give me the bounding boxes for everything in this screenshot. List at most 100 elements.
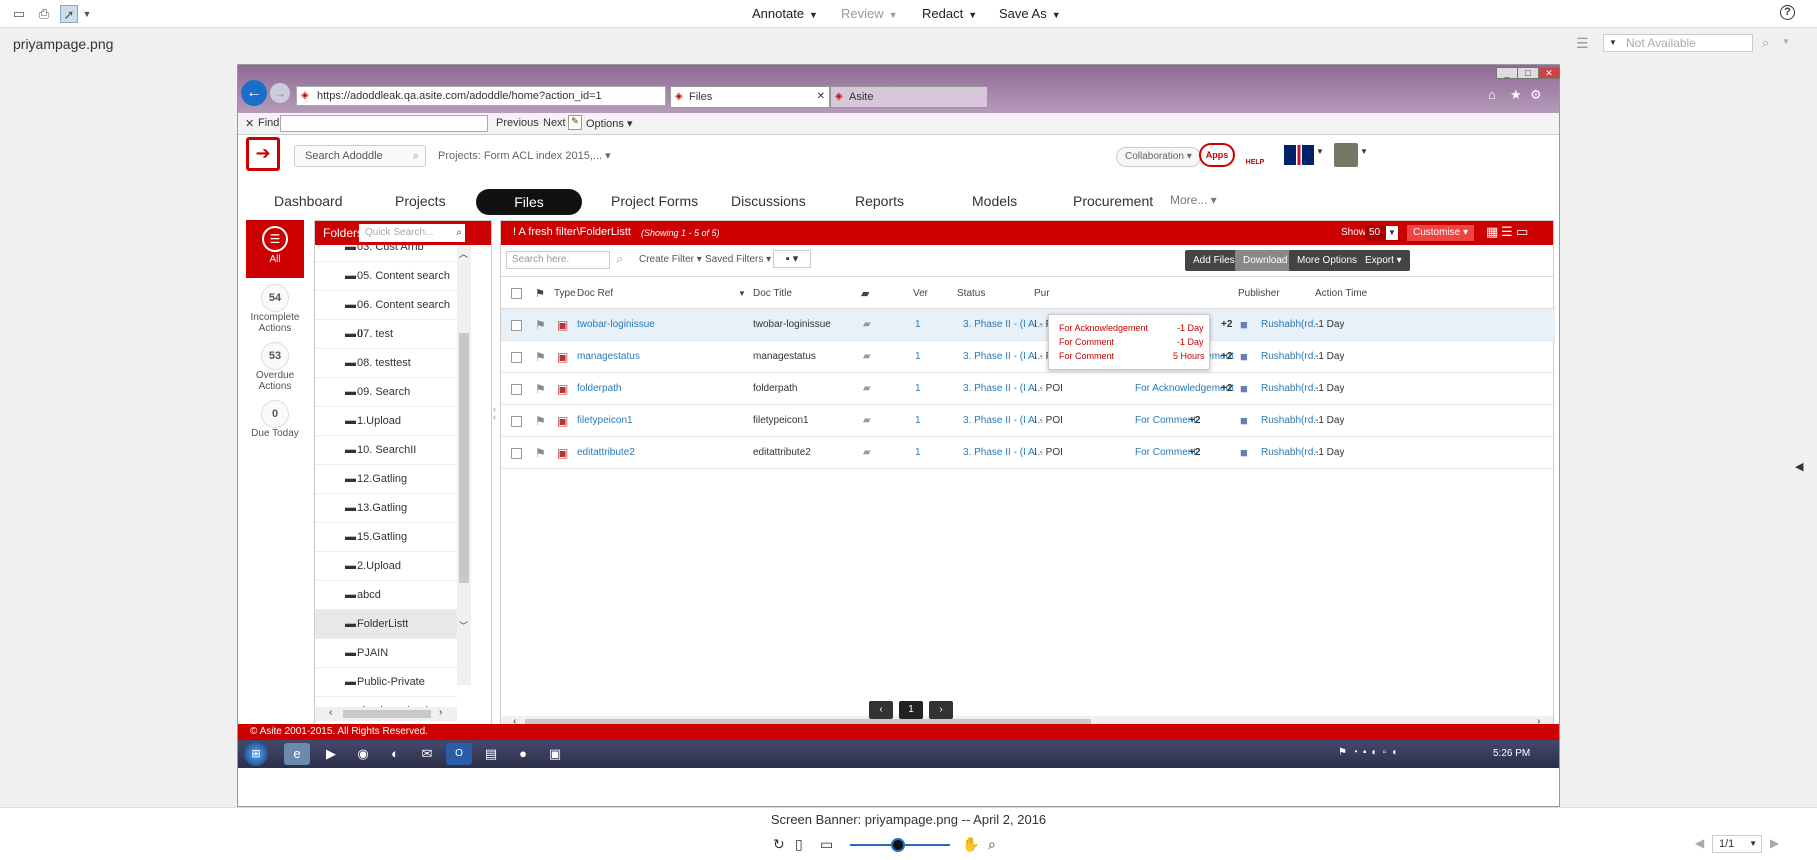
scroll-right-icon[interactable]: › bbox=[439, 707, 442, 718]
comment-icon[interactable]: ▰ bbox=[863, 341, 871, 373]
list-view-icon[interactable]: ☰ bbox=[1501, 224, 1513, 240]
flag-icon[interactable]: ⚑ bbox=[535, 437, 546, 469]
version-link[interactable]: 1 bbox=[915, 437, 921, 469]
zoom-slider-thumb[interactable] bbox=[891, 838, 905, 852]
nav-projects[interactable]: Projects bbox=[395, 193, 446, 209]
find-options-button[interactable]: Options ▾ bbox=[586, 117, 633, 130]
collapse-panel-icon[interactable]: ◀ bbox=[1795, 460, 1803, 473]
prev-page-icon[interactable]: ◀ bbox=[1695, 836, 1704, 850]
folder-item[interactable]: ▬ abcd bbox=[315, 581, 457, 610]
doc-ref-link[interactable]: filetypeicon1 bbox=[577, 405, 633, 437]
files-search-input[interactable]: Search here. bbox=[506, 251, 610, 269]
start-icon[interactable]: ⊞ bbox=[244, 742, 268, 766]
scroll-left-icon[interactable]: ‹ bbox=[329, 707, 332, 718]
avatar[interactable] bbox=[1334, 143, 1358, 167]
rail-due-today[interactable]: 0 Due Today bbox=[246, 396, 304, 454]
col-type[interactable]: Type bbox=[554, 279, 576, 309]
create-filter-button[interactable]: Create Filter ▾ bbox=[639, 254, 702, 265]
nav-files[interactable]: Files bbox=[476, 189, 582, 215]
star-icon[interactable]: ★ bbox=[1510, 87, 1522, 103]
search-icon[interactable]: ⌕ bbox=[616, 251, 623, 267]
maximize-icon[interactable]: □ bbox=[1517, 67, 1539, 79]
uk-flag-icon[interactable] bbox=[1284, 145, 1314, 165]
nav-more[interactable]: More... ▾ bbox=[1170, 193, 1217, 207]
folder-item[interactable]: ▬ 03. Cust Arrib bbox=[315, 245, 457, 262]
action-count[interactable]: +2 bbox=[1189, 405, 1200, 437]
customise-button[interactable]: Customise ▾ bbox=[1407, 225, 1475, 241]
folder-item[interactable]: ▬ 07. test bbox=[315, 320, 457, 349]
table-row[interactable]: ⚑ ▣ managestatus managestatus ▰ 1 3. Phase II … bbox=[501, 341, 1555, 373]
folder-item[interactable]: ▬ PJAIN bbox=[315, 639, 457, 668]
apps-button[interactable]: Apps bbox=[1199, 143, 1235, 167]
folder-item[interactable]: ▬ 05. Content search bbox=[315, 262, 457, 291]
page-indicator[interactable]: 1/1 ▼ bbox=[1712, 835, 1762, 853]
download-button[interactable]: Download bbox=[1235, 250, 1296, 271]
status-link[interactable]: 3. Phase II - (I A... bbox=[963, 341, 1043, 373]
doc-ref-link[interactable]: managestatus bbox=[577, 341, 640, 373]
home-icon[interactable]: ⌂ bbox=[1488, 87, 1496, 102]
save-as-menu[interactable]: Save As ▼ bbox=[999, 6, 1061, 21]
col-publisher[interactable]: Publisher bbox=[1238, 279, 1280, 309]
action-count[interactable]: +2 bbox=[1221, 341, 1232, 373]
nav-project-forms[interactable]: Project Forms bbox=[611, 193, 698, 209]
list-icon[interactable]: ☰ bbox=[1576, 35, 1589, 52]
action-count[interactable]: +2 bbox=[1221, 309, 1232, 341]
search-icon[interactable]: ⌕ bbox=[1762, 35, 1769, 51]
status-link[interactable]: 3. Phase II - (I A... bbox=[963, 309, 1043, 341]
asite-logo[interactable]: ➔ bbox=[246, 137, 280, 171]
flag-icon[interactable]: ⚑ bbox=[535, 341, 546, 373]
row-checkbox[interactable] bbox=[511, 320, 522, 331]
folder-item[interactable]: ▬ 15.Gatling bbox=[315, 523, 457, 552]
table-row[interactable]: ⚑ ▣ folderpath folderpath ▰ 1 3. Phase II - (I… bbox=[501, 373, 1555, 405]
publisher-link[interactable]: Rushabh(rd... bbox=[1261, 405, 1322, 437]
action-link[interactable]: For Comment bbox=[1135, 437, 1196, 469]
action-count[interactable]: +2 bbox=[1189, 437, 1200, 469]
row-checkbox[interactable] bbox=[511, 416, 522, 427]
publisher-link[interactable]: Rushabh(rd... bbox=[1261, 437, 1322, 469]
help-icon[interactable]: ? bbox=[1780, 5, 1795, 20]
grid-view-icon[interactable]: ▦ bbox=[1486, 224, 1498, 240]
tab-asite[interactable]: ◈ Asite bbox=[830, 86, 988, 108]
doc-ref-link[interactable]: folderpath bbox=[577, 373, 621, 405]
annotate-menu[interactable]: Annotate ▼ bbox=[752, 6, 818, 21]
flag-icon[interactable]: ⚑ bbox=[535, 309, 546, 341]
comment-icon[interactable]: ▰ bbox=[863, 437, 871, 469]
page-number[interactable]: 1 bbox=[899, 701, 923, 719]
close-tab-icon[interactable]: ✕ bbox=[817, 87, 825, 107]
single-page-icon[interactable]: ▯ bbox=[795, 836, 803, 853]
redact-menu[interactable]: Redact ▼ bbox=[922, 6, 977, 21]
saved-filters-button[interactable]: Saved Filters ▾ bbox=[705, 254, 771, 265]
explorer-icon[interactable]: ▣ bbox=[542, 743, 568, 765]
save-filter-icon[interactable]: ▪ ▾ bbox=[773, 250, 811, 268]
folder-item[interactable]: ▬ 09. Search bbox=[315, 378, 457, 407]
comment-icon[interactable]: ▰ bbox=[863, 405, 871, 437]
comment-icon[interactable]: ▰ bbox=[863, 373, 871, 405]
next-page-icon[interactable]: ▶ bbox=[1770, 836, 1779, 850]
version-link[interactable]: 1 bbox=[915, 309, 921, 341]
select-pointer-icon[interactable]: ➚ bbox=[60, 5, 78, 23]
close-icon[interactable]: ✕ bbox=[1538, 67, 1560, 79]
row-checkbox[interactable] bbox=[511, 352, 522, 363]
table-row[interactable]: ⚑ ▣ editattribute2 editattribute2 ▰ 1 3. Phase… bbox=[501, 437, 1555, 469]
folder-item[interactable]: ▬ FolderListt bbox=[315, 610, 457, 639]
minimize-icon[interactable]: _ bbox=[1496, 67, 1518, 79]
publisher-link[interactable]: Rushabh(rd... bbox=[1261, 341, 1322, 373]
version-link[interactable]: 1 bbox=[915, 373, 921, 405]
collapse-panel-icon[interactable]: ‹ ‹ bbox=[493, 405, 496, 422]
app-search-input[interactable]: Search Adoddle ⌕ bbox=[294, 145, 426, 167]
projects-selector[interactable]: Projects: Form ACL index 2015,... ▾ bbox=[438, 149, 611, 162]
nav-procurement[interactable]: Procurement bbox=[1073, 193, 1153, 209]
help-button[interactable]: HELP bbox=[1242, 143, 1268, 169]
page-search-input[interactable]: ▼ Not Available bbox=[1603, 34, 1753, 52]
folder-item[interactable]: ▬ 12.Gatling bbox=[315, 465, 457, 494]
collaboration-button[interactable]: Collaboration ▾ bbox=[1116, 147, 1201, 167]
chrome-icon[interactable]: ◉ bbox=[350, 743, 376, 765]
chevron-down-icon[interactable]: ▼ bbox=[78, 5, 96, 23]
forward-icon[interactable]: → bbox=[270, 83, 290, 103]
find-next-button[interactable]: Next bbox=[543, 117, 566, 129]
status-link[interactable]: 3. Phase II - (I A... bbox=[963, 405, 1043, 437]
highlight-icon[interactable]: ✎ bbox=[568, 115, 582, 130]
publisher-link[interactable]: Rushabh(rd... bbox=[1261, 373, 1322, 405]
status-link[interactable]: 3. Phase II - (I A... bbox=[963, 437, 1043, 469]
col-doc-title[interactable]: Doc Title bbox=[753, 279, 792, 309]
